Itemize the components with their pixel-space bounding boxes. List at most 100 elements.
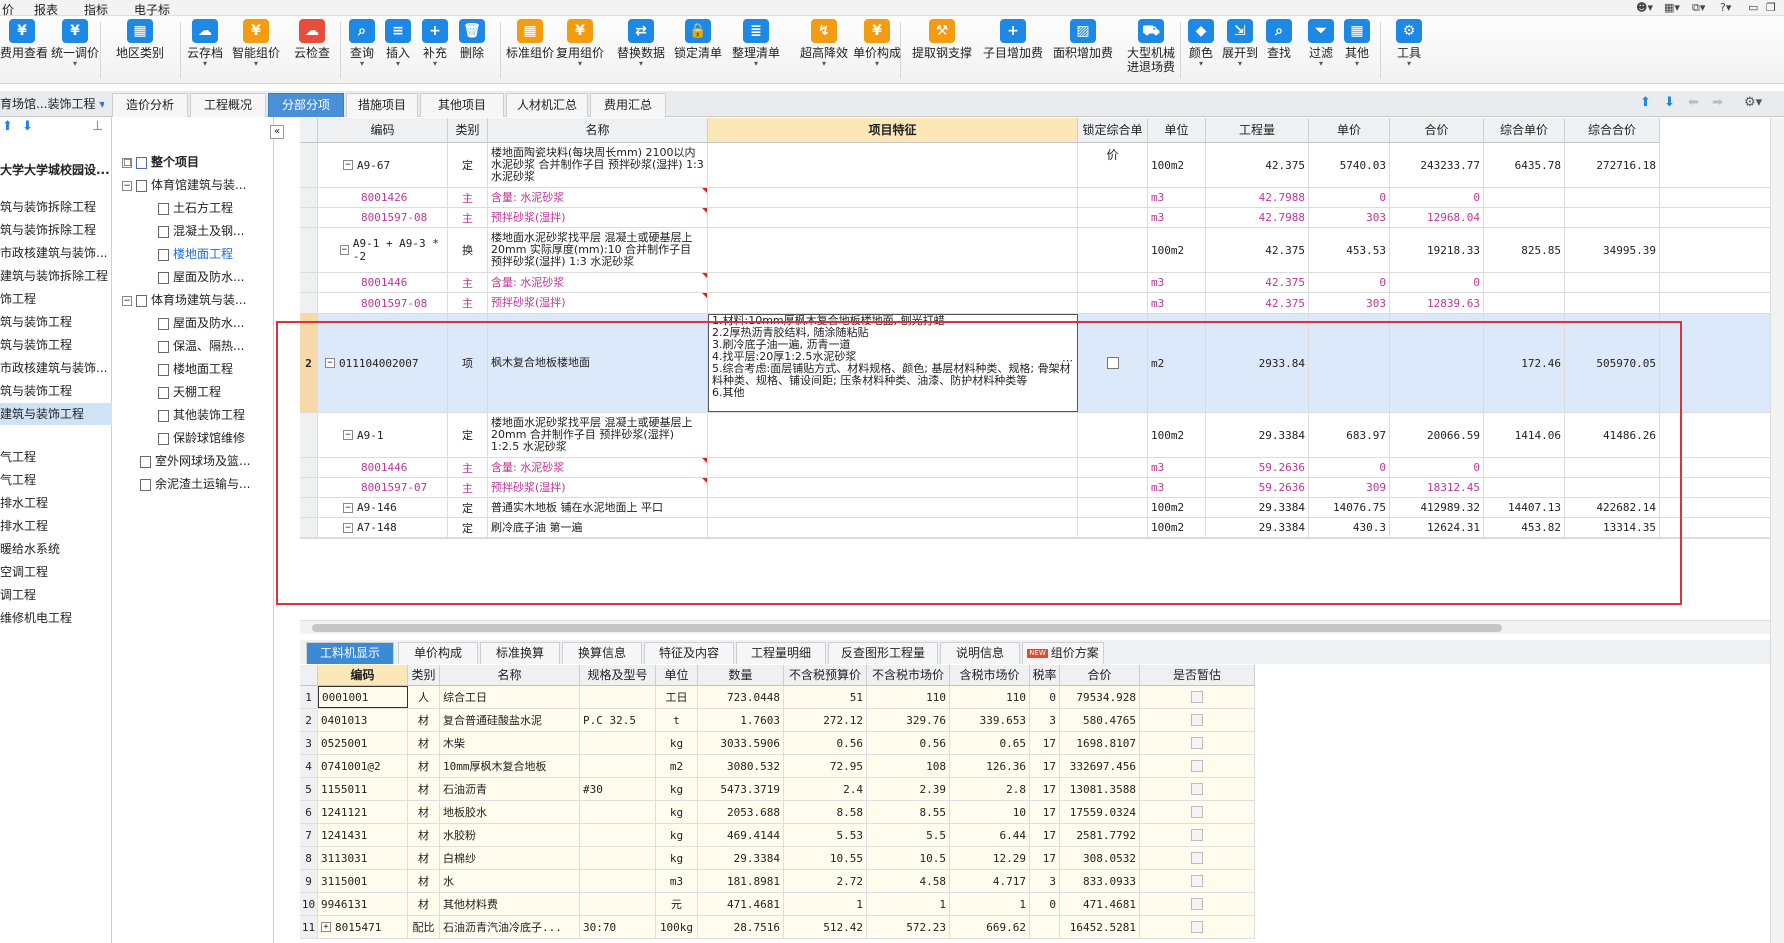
cell-lock[interactable] xyxy=(1078,228,1148,272)
project-title-dropdown[interactable]: 育场馆...装饰工程 ▾ xyxy=(0,95,104,112)
resource-row[interactable]: 9 3115001 材 水 m3 181.8981 2.72 4.58 4.717 3 833.09… xyxy=(300,870,1255,893)
column-header[interactable]: 不含税市场价 xyxy=(867,665,950,686)
column-header[interactable]: 规格及型号 xyxy=(580,665,656,686)
column-header[interactable]: 类别 xyxy=(448,118,488,143)
resource-cell[interactable] xyxy=(1140,686,1255,708)
tree-item[interactable]: 筑与装饰工程 xyxy=(0,380,112,402)
column-header[interactable]: 名称 xyxy=(488,118,708,143)
arrow-down-icon[interactable]: ⬇ xyxy=(1664,95,1675,110)
estimate-checkbox[interactable] xyxy=(1191,852,1203,864)
vertical-scrollbar[interactable] xyxy=(1770,118,1784,943)
resource-row[interactable]: 5 1155011 材 石油沥青 #30 kg 5473.3719 2.4 2.39 2.8 17 1… xyxy=(300,778,1255,801)
toolbar-button-machinery-fee[interactable]: ⛟ 大型机械 进退场费 xyxy=(1120,19,1182,81)
toolbar-button-reuse-price[interactable]: ¥ 复用组价 ▾ xyxy=(555,19,605,81)
resource-cell[interactable] xyxy=(1140,709,1255,731)
toolbar-button-filter[interactable]: ⏷ 过滤 ▾ xyxy=(1306,19,1336,81)
toolbar-button-delete[interactable]: 🗑 删除 xyxy=(455,19,489,81)
grid-view-icon[interactable]: ▦▾ xyxy=(1664,1,1680,14)
estimate-checkbox[interactable] xyxy=(1191,737,1203,749)
grid-row[interactable]: − A9-1 + A9-3 * -2 换 楼地面水泥砂浆找平层 混凝土或硬基层上 20… xyxy=(300,228,1784,273)
toolbar-button-steel-support[interactable]: ⚒ 提取钢支撑 xyxy=(910,19,974,81)
tree-item[interactable]: 市政核建筑与装饰... xyxy=(0,242,112,264)
column-header[interactable]: 单价 xyxy=(1309,118,1390,143)
toolbar-button-smart-price[interactable]: ¥ 智能组价 ▾ xyxy=(230,19,282,81)
column-header[interactable]: 税率 xyxy=(1030,665,1060,686)
detail-tab-8[interactable]: NEW 组价方案 xyxy=(1022,642,1104,664)
tree-item[interactable]: 筑与装饰工程 xyxy=(0,334,112,356)
section-tree-item[interactable]: − 体育场建筑与装... xyxy=(122,289,268,311)
column-header[interactable]: 类别 xyxy=(408,665,440,686)
resource-row[interactable]: 11 +8015471 配比 石油沥青汽油冷底子... 30:70 100kg 28.751… xyxy=(300,916,1255,939)
toolbar-button-cloud-archive[interactable]: ☁ 云存档 ▾ xyxy=(185,19,225,81)
toolbar-button-unit-price[interactable]: ¥ 单价构成 ▾ xyxy=(852,19,902,81)
toolbar-button-replace-data[interactable]: ⇄ 替换数据 ▾ xyxy=(615,19,667,81)
resource-row[interactable]: 7 1241431 材 水胶粉 kg 469.4144 5.53 5.5 6.44 17 2581.… xyxy=(300,824,1255,847)
resource-cell[interactable] xyxy=(1140,893,1255,915)
tree-item[interactable]: 建筑与装饰工程 xyxy=(0,403,112,425)
section-tree-item[interactable]: 屋面及防水... xyxy=(158,312,268,334)
section-tree-item[interactable]: 保温、隔热... xyxy=(158,335,268,357)
pin-icon[interactable]: ⊥ xyxy=(92,119,103,134)
toolbar-button-sub-item-fee[interactable]: + 子目增加费 xyxy=(982,19,1044,81)
expand-icon[interactable]: + xyxy=(321,922,331,932)
tree-item[interactable]: 筑与装饰拆除工程 xyxy=(0,219,112,241)
grid-row[interactable]: 8001597-08 主 预拌砂浆(湿拌) m3 42.375 303 12839.63 xyxy=(300,293,1784,314)
tab-5[interactable]: 人材机汇总 xyxy=(506,93,588,117)
tab-1[interactable]: 工程概况 xyxy=(190,93,266,117)
column-header[interactable]: 不含税预算价 xyxy=(784,665,867,686)
help-icon[interactable]: ?▾ xyxy=(1720,1,1731,14)
column-header[interactable]: 综合单价 xyxy=(1484,118,1565,143)
tree-item[interactable]: 饰工程 xyxy=(0,288,112,310)
tree-item[interactable]: 筑与装饰拆除工程 xyxy=(0,196,112,218)
resource-cell[interactable] xyxy=(1140,755,1255,777)
column-header[interactable]: 名称 xyxy=(440,665,580,686)
column-header[interactable]: 含税市场价 xyxy=(950,665,1030,686)
resource-row[interactable]: 1 0001001 人 综合工日 工日 723.0448 51 110 110 0 79534.92… xyxy=(300,686,1255,709)
tree-item[interactable]: 暖给水系统 xyxy=(0,538,112,560)
toolbar-button-find[interactable]: ⌕ 查找 xyxy=(1262,19,1296,81)
tree-item[interactable]: 气工程 xyxy=(0,446,112,468)
resource-cell[interactable] xyxy=(1140,916,1255,938)
tree-item[interactable]: 大学大学城校园设... xyxy=(0,159,112,181)
toolbar-button-region[interactable]: ▦ 地区类别 xyxy=(110,19,170,81)
toolbar-button-area-fee[interactable]: ▨ 面积增加费 xyxy=(1052,19,1114,81)
resource-row[interactable]: 3 0525001 材 木柴 kg 3033.5906 0.56 0.56 0.65 17 1698… xyxy=(300,732,1255,755)
arrow-left-icon[interactable]: ⬅ xyxy=(1688,95,1699,110)
toolbar-button-standard-price[interactable]: ▦ 标准组价 xyxy=(505,19,555,81)
toolbar-button-query[interactable]: ⌕ 查询 ▾ xyxy=(345,19,379,81)
column-header[interactable]: 锁定综合单价 xyxy=(1078,118,1148,162)
window-mode-icon[interactable]: ⧉▾ xyxy=(1692,1,1705,15)
section-tree-item[interactable]: 天棚工程 xyxy=(158,381,268,403)
resource-cell[interactable] xyxy=(1140,824,1255,846)
column-header[interactable]: 合价 xyxy=(1390,118,1484,143)
column-header[interactable]: 项目特征 xyxy=(708,118,1078,143)
toolbar-button-insert[interactable]: ≡ 插入 ▾ xyxy=(383,19,413,81)
tab-3[interactable]: 措施项目 xyxy=(346,93,418,117)
cell-lock[interactable] xyxy=(1078,188,1148,207)
section-tree-item[interactable]: 楼地面工程 xyxy=(158,358,268,380)
cell-lock[interactable] xyxy=(1078,273,1148,292)
detail-tab-0[interactable]: 工料机显示 xyxy=(306,642,394,664)
collapse-icon[interactable]: − xyxy=(343,160,353,170)
estimate-checkbox[interactable] xyxy=(1191,760,1203,772)
toolbar-button-organize-list[interactable]: ≣ 整理清单 ▾ xyxy=(730,19,782,81)
grid-row[interactable]: 8001597-08 主 预拌砂浆(湿拌) m3 42.7988 303 12968.04 xyxy=(300,208,1784,228)
detail-tab-4[interactable]: 特征及内容 xyxy=(644,642,734,664)
tree-item[interactable]: 建筑与装饰拆除工程 xyxy=(0,265,112,287)
section-tree-item[interactable]: □ 整个项目 xyxy=(122,151,268,173)
section-tree-item[interactable]: 保龄球馆维修 xyxy=(158,427,268,449)
estimate-checkbox[interactable] xyxy=(1191,898,1203,910)
estimate-checkbox[interactable] xyxy=(1191,783,1203,795)
collapse-icon[interactable]: − xyxy=(122,295,132,306)
user-avatar-icon[interactable]: ☻▾ xyxy=(1636,1,1653,14)
section-tree-item[interactable]: 室外网球场及篮... xyxy=(122,450,268,472)
scrollbar-thumb[interactable] xyxy=(312,624,1502,632)
column-header[interactable]: 综合合价 xyxy=(1565,118,1660,143)
section-tree-item[interactable]: 楼地面工程 xyxy=(158,243,268,265)
toolbar-button-high-efficiency[interactable]: ↯ 超高降效 ▾ xyxy=(798,19,850,81)
resource-cell[interactable] xyxy=(1140,847,1255,869)
toolbar-button-color[interactable]: ◆ 颜色 ▾ xyxy=(1186,19,1216,81)
resource-cell[interactable] xyxy=(1140,870,1255,892)
tab-0[interactable]: 造价分析 xyxy=(112,93,188,117)
column-header[interactable]: 编码 xyxy=(318,665,408,686)
